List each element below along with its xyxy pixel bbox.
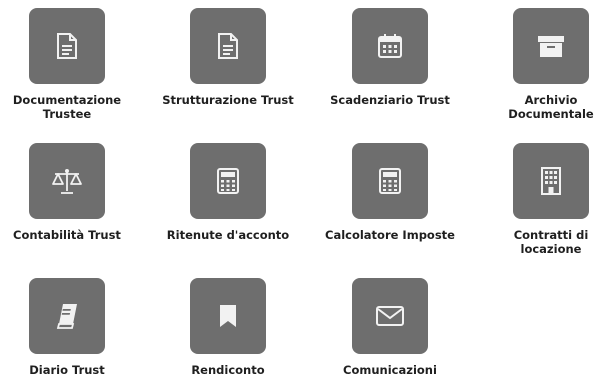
tile-label: Contratti di locazione	[476, 228, 604, 256]
tile-label-line: Documentazione	[12, 93, 122, 107]
tile-ritenute-acconto[interactable]: Ritenute d'acconto	[153, 143, 303, 242]
tile-label: Strutturazione Trust	[153, 93, 303, 107]
tile-label-line: Documentale	[508, 107, 594, 121]
tile-label-line: Diario Trust	[29, 363, 105, 377]
balance-scale-icon	[52, 169, 82, 194]
bookmark-icon	[220, 305, 236, 327]
tile-ritenute-acconto-button[interactable]	[190, 143, 266, 219]
tile-label-line: locazione	[520, 242, 582, 256]
tile-contabilita-trust[interactable]: Contabilità Trust	[0, 143, 142, 242]
book-icon	[56, 304, 77, 329]
tile-scadenziario-trust[interactable]: Scadenziario Trust	[315, 8, 465, 107]
tile-label-line: Ritenute d'acconto	[166, 228, 290, 242]
tile-label: Contabilità Trust	[0, 228, 142, 242]
tile-label-line: Calcolatore Imposte	[325, 228, 455, 242]
tile-label-line: Trustee	[42, 107, 92, 121]
document-icon	[57, 33, 77, 59]
tile-label-line: Scadenziario Trust	[330, 93, 450, 107]
tile-contabilita-trust-button[interactable]	[29, 143, 105, 219]
tile-scadenziario-trust-button[interactable]	[352, 8, 428, 84]
tile-label-line: Rendiconto	[191, 363, 265, 377]
tile-documentazione-trustee-button[interactable]	[29, 8, 105, 84]
tile-label-line: Contratti di	[513, 228, 589, 242]
archive-box-icon	[538, 36, 564, 57]
tile-strutturazione-trust-button[interactable]	[190, 8, 266, 84]
tile-strutturazione-trust[interactable]: Strutturazione Trust	[153, 8, 303, 107]
calculator-icon	[217, 168, 239, 194]
tile-label: Calcolatore Imposte	[315, 228, 465, 242]
tile-label: Scadenziario Trust	[315, 93, 465, 107]
tile-comunicazioni-button[interactable]	[352, 278, 428, 354]
tile-label-line: Strutturazione Trust	[162, 93, 294, 107]
tile-label: Rendiconto	[153, 363, 303, 377]
tile-rendiconto[interactable]: Rendiconto	[153, 278, 303, 377]
building-icon	[541, 167, 561, 195]
tile-label: Comunicazioni	[315, 363, 465, 377]
tile-comunicazioni[interactable]: Comunicazioni	[315, 278, 465, 377]
tile-diario-trust[interactable]: Diario Trust	[0, 278, 142, 377]
tile-label: Diario Trust	[0, 363, 142, 377]
tile-calcolatore-imposte-button[interactable]	[352, 143, 428, 219]
tile-documentazione-trustee[interactable]: Documentazione Trustee	[0, 8, 142, 121]
calendar-icon	[378, 34, 402, 58]
tile-archivio-documentale-button[interactable]	[513, 8, 589, 84]
calculator-icon	[379, 168, 401, 194]
tile-label-line: Archivio	[524, 93, 578, 107]
tile-contratti-locazione[interactable]: Contratti di locazione	[476, 143, 604, 256]
tile-calcolatore-imposte[interactable]: Calcolatore Imposte	[315, 143, 465, 242]
tile-diario-trust-button[interactable]	[29, 278, 105, 354]
envelope-icon	[376, 306, 404, 326]
tile-label-line: Comunicazioni	[343, 363, 437, 377]
tile-archivio-documentale[interactable]: Archivio Documentale	[476, 8, 604, 121]
tile-label: Ritenute d'acconto	[153, 228, 303, 242]
tile-label: Documentazione Trustee	[0, 93, 142, 121]
tile-contratti-locazione-button[interactable]	[513, 143, 589, 219]
tile-label-line: Contabilità Trust	[13, 228, 121, 242]
tile-rendiconto-button[interactable]	[190, 278, 266, 354]
tile-label: Archivio Documentale	[476, 93, 604, 121]
document-icon	[218, 33, 238, 59]
